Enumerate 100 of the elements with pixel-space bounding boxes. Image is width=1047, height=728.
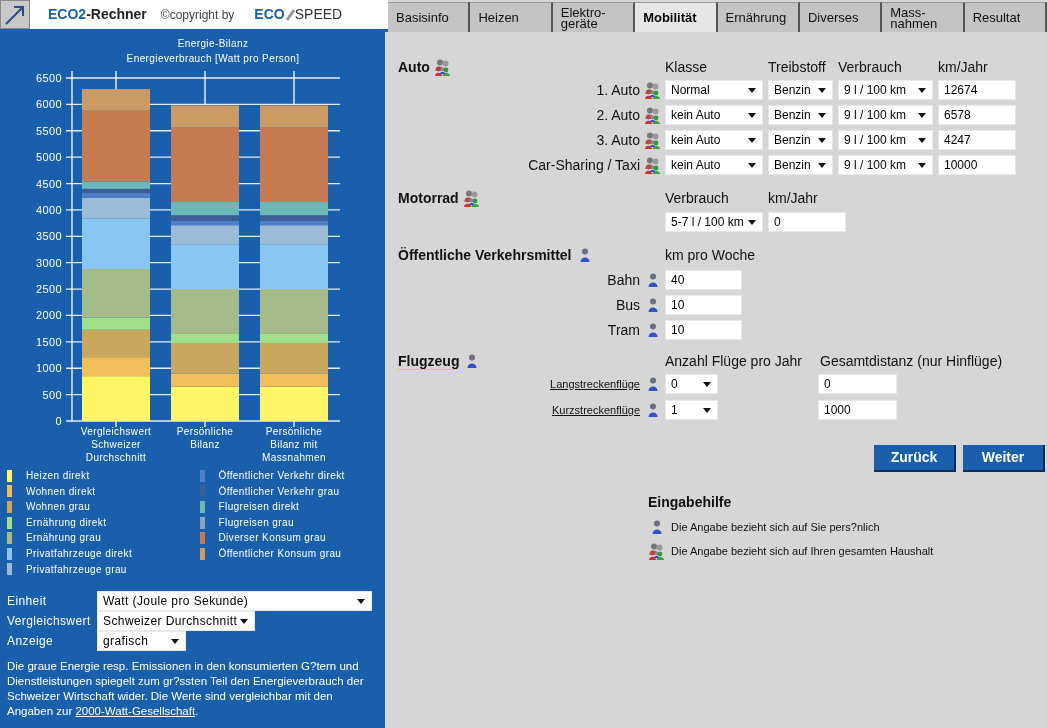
axis-tick-label: 3000 [35,256,62,269]
info-text: Die graue Energie resp. Emissionen in den konsumierten G?tern und Dienstleistungen spiegelt zum gr?ssten Teil den Energieverbrauch der Schweizer Wirtschaft wider. Die Werte sind vergleichbar mit den Angaben zur 2000-Watt-Gesellschaft. [7,659,365,720]
nav-button[interactable]: Weiter [963,445,1045,472]
legend-label: Öffentlicher Konsum grau [218,546,342,561]
tab[interactable]: Basisinfo [388,2,471,32]
legend-label: Öffentlicher Verkehr direkt [218,469,345,483]
legend-label: Heizen direkt [26,469,90,483]
category-label: Vergleichswert Schweizer Durchschnitt [80,426,152,463]
dropdown[interactable]: Schweizer Durchschnitt [97,611,255,632]
tab[interactable]: Mass-nahmen [882,2,965,32]
dropdown[interactable]: Benzin [768,130,833,150]
category-label: Persönliche Bilanz mit Massnahmen [262,426,326,463]
help-text: Die Angabe bezieht sich auf Ihren gesamten Haushalt [671,543,934,559]
input-field[interactable]: 4247 [938,130,1016,150]
input-field[interactable]: 40 [665,270,742,290]
dropdown[interactable]: 0 [665,374,718,394]
dropdown[interactable]: Benzin [768,105,833,125]
column-header: km/Jahr [768,188,819,208]
help-heading: Eingabehilfe [648,493,733,512]
row-label: Tram [606,320,640,340]
company-logo: ECO SPEED [254,5,343,24]
row-label: 2. Auto [595,105,640,125]
help-text: Die Angabe bezieht sich auf Sie pers?nlich [671,519,880,535]
row-label: Bahn [606,270,640,290]
axis-tick-label: 1000 [35,362,62,375]
row-label: Car-Sharing / Taxi [527,155,640,175]
axis-tick-label: 2500 [35,283,62,296]
legend-label: Privatfahrzeuge grau [26,562,127,577]
input-field[interactable]: 12674 [938,80,1016,100]
category-label: Persönliche Bilanz [176,426,234,450]
legend-label: Wohnen direkt [26,484,96,499]
column-header: Treibstoff [768,57,827,77]
axis-tick-label: 2000 [35,309,62,322]
row-label: Bus [614,295,640,315]
axis-tick-label: 6000 [35,98,62,111]
legend-label: Privatfahrzeuge direkt [26,546,133,561]
legend-label: Ernährung direkt [26,515,107,530]
copyright-text: ©copyright by [160,6,235,24]
tab[interactable]: Diverses [799,2,883,32]
input-field[interactable]: 0 [818,374,897,394]
nav-button[interactable]: Zurück [874,445,956,472]
column-header: Klasse [665,57,709,77]
dropdown[interactable]: kein Auto [665,105,763,125]
legend-label: Öffentlicher Verkehr grau [218,484,340,499]
dropdown[interactable]: Benzin [768,155,833,175]
dropdown[interactable]: 9 l / 100 km [838,155,933,175]
flight-link[interactable]: Langstreckenflüge [550,375,640,393]
dropdown[interactable]: kein Auto [665,130,763,150]
dropdown[interactable]: 9 l / 100 km [838,80,933,100]
dropdown[interactable]: 9 l / 100 km [838,105,933,125]
column-header: km pro Woche [665,245,755,265]
section-heading: Motorrad [398,188,459,208]
axis-tick-label: 6500 [35,72,62,84]
input-field[interactable]: 1000 [818,400,897,420]
axis-tick-label: 5500 [35,124,62,137]
row-label: 1. Auto [595,80,640,100]
dropdown[interactable]: 5-7 l / 100 km [665,212,763,232]
column-header: km/Jahr [938,57,989,77]
chart-subtitle: Energieverbrauch [Watt pro Person] [126,52,300,66]
dropdown[interactable]: Watt (Joule pro Sekunde) [97,591,372,612]
input-field[interactable]: 0 [768,212,846,232]
axis-tick-label: 0 [55,415,62,427]
axis-tick-label: 3500 [35,230,62,243]
column-header: Gesamtdistanz (nur Hinflüge) [820,351,1003,371]
axis-tick-label: 1500 [35,335,62,348]
tab[interactable]: Resultat [964,2,1047,32]
legend-label: Flugreisen direkt [218,500,300,515]
dropdown[interactable]: 1 [665,400,718,420]
dropdown[interactable]: Benzin [768,80,833,100]
axis-tick-label: 500 [42,388,62,401]
dropdown[interactable]: kein Auto [665,155,763,175]
axis-tick-label: 5000 [35,151,62,164]
input-field[interactable]: 10 [665,320,742,340]
dropdown[interactable]: Normal [665,80,763,100]
setting-label: Vergleichswert [7,613,92,631]
chart-title: Energie-Bilanz [177,37,249,51]
tab[interactable]: Heizen [470,2,553,32]
input-field[interactable]: 6578 [938,105,1016,125]
dropdown[interactable]: grafisch [97,631,186,652]
axis-tick-label: 4500 [35,177,62,190]
tab[interactable]: Mobilität [635,2,718,32]
app-logo: ECO2-Rechner [48,5,147,24]
row-label: 3. Auto [595,130,640,150]
tab[interactable]: Ernährung [717,2,800,32]
legend-label: Ernährung grau [26,531,102,546]
setting-label: Anzeige [7,633,55,651]
section-heading: Flugzeug [398,352,460,370]
legend-label: Wohnen grau [26,500,91,515]
dropdown[interactable]: 9 l / 100 km [838,130,933,150]
legend-label: Diverser Konsum grau [218,531,326,546]
column-header: Anzahl Flüge pro Jahr [665,351,803,371]
column-header: Verbrauch [838,57,903,77]
axis-tick-label: 4000 [35,203,62,216]
tab[interactable]: Elektro-geräte [552,2,636,32]
section-heading: Auto [398,57,430,77]
setting-label: Einheit [7,593,48,611]
flight-link[interactable]: Kurzstreckenflüge [551,401,640,419]
input-field[interactable]: 10 [665,295,742,315]
legend-label: Flugreisen grau [218,515,294,530]
input-field[interactable]: 10000 [938,155,1016,175]
